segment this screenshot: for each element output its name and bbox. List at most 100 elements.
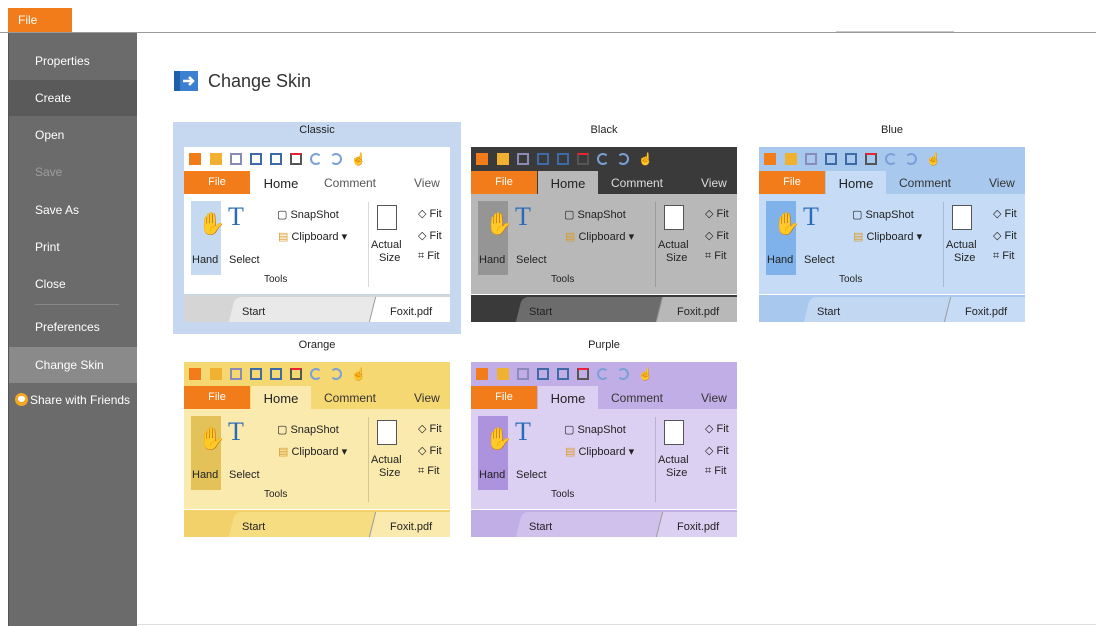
clipboard-icon: ▤ [565, 446, 576, 458]
actual-size-icon [952, 205, 972, 230]
clipboard-icon: ▤ [853, 231, 864, 243]
ribbon-tabs: File Home Comment View [184, 386, 450, 409]
sidebar-separator [35, 304, 119, 305]
skin-preview: ☝ File Home Comment View ✋ Hand T Select… [184, 362, 450, 537]
file-tab[interactable]: File [8, 8, 72, 32]
actual-label: Actual [658, 454, 689, 466]
snapshot-button: ▢ SnapShot [852, 208, 914, 221]
clipboard-button: ▤ Clipboard ▾ [565, 446, 635, 458]
save-icon [517, 368, 529, 380]
camera-icon: ▢ [564, 424, 575, 436]
print-icon [537, 368, 549, 380]
ribbon-group-separator [655, 202, 656, 287]
undo-icon [597, 368, 609, 380]
tab-view: View [701, 391, 727, 405]
skin-preview: ☝ File Home Comment View ✋ Hand T Select… [471, 362, 737, 537]
save-icon [805, 153, 817, 165]
app-logo-icon [189, 153, 201, 165]
hand-tool-small-icon: ☝ [351, 152, 366, 166]
sidebar-item-open[interactable]: Open [9, 117, 137, 153]
sidebar-item-save-as[interactable]: Save As [9, 192, 137, 228]
snapshot-label: SnapShot [290, 209, 339, 221]
snapshot-button: ▢ SnapShot [564, 423, 626, 436]
skin-option-purple[interactable]: Purple ☝ File Home Comment View ✋ Hand T… [460, 337, 748, 549]
skin-option-black[interactable]: Black ☝ File Home Comment View ✋ Hand T … [460, 122, 748, 334]
skin-option-classic[interactable]: Classic ☝ File Home Comment View ✋ Hand … [173, 122, 461, 334]
save-icon [230, 153, 242, 165]
undo-icon [310, 153, 322, 165]
tools-group-label: Tools [551, 274, 575, 285]
clipboard-button: ▤ Clipboard ▾ [565, 231, 635, 243]
properties-icon [557, 153, 569, 165]
sidebar-item-print[interactable]: Print [9, 229, 137, 265]
redo-icon [617, 368, 629, 380]
ribbon-tabs: File Home Comment View [184, 171, 450, 194]
heart-icon [15, 393, 28, 406]
fit-page-button: ◇ Fit [418, 208, 442, 220]
fit-visible-button: ⌗ Fit [418, 465, 440, 477]
tab-view: View [414, 176, 440, 190]
quick-access-toolbar: ☝ [184, 362, 450, 386]
actual-label: Actual [371, 239, 402, 251]
clipboard-icon: ▤ [565, 231, 576, 243]
size-label: Size [666, 252, 688, 264]
select-label: Select [229, 254, 260, 266]
fit-width-button: ◇ Fit [705, 445, 729, 457]
tab-home: Home [251, 386, 311, 409]
app-logo-icon [764, 153, 776, 165]
share-label: Share with Friends [30, 393, 131, 407]
hand-icon: ✋ [198, 426, 226, 451]
ribbon-panel: ✋ Hand T Select ▢ SnapShot ▤ Clipboard ▾… [184, 194, 450, 294]
clipboard-label: Clipboard [291, 446, 339, 458]
size-label: Size [954, 252, 976, 264]
snapshot-label: SnapShot [290, 424, 339, 436]
start-tab-label: Start [529, 306, 553, 318]
quick-access-toolbar: ☝ [471, 362, 737, 386]
bottom-divider [137, 624, 1096, 625]
snapshot-label: SnapShot [577, 424, 626, 436]
redo-icon [617, 153, 629, 165]
camera-icon: ▢ [564, 209, 575, 221]
tab-file: File [184, 386, 250, 409]
size-label: Size [666, 467, 688, 479]
sidebar-item-properties[interactable]: Properties [9, 43, 137, 79]
properties-icon [557, 368, 569, 380]
select-icon: T [515, 417, 531, 446]
app-logo-icon [476, 153, 488, 165]
ribbon-tabs: File Home Comment View [471, 386, 737, 409]
ribbon-panel: ✋ Hand T Select ▢ SnapShot ▤ Clipboard ▾… [759, 194, 1025, 294]
hand-icon: ✋ [485, 211, 513, 236]
ribbon-group-separator [655, 417, 656, 502]
fit-visible-button: ⌗ Fit [705, 250, 727, 262]
quick-access-toolbar: ☝ [471, 147, 737, 171]
app-logo-icon [189, 368, 201, 380]
skin-option-blue[interactable]: Blue ☝ File Home Comment View ✋ Hand T S… [748, 122, 1036, 334]
skin-option-orange[interactable]: Orange ☝ File Home Comment View ✋ Hand T… [173, 337, 461, 549]
size-label: Size [379, 467, 401, 479]
fit-width-button: ◇ Fit [418, 445, 442, 457]
new-doc-icon [865, 153, 877, 165]
tab-view: View [989, 176, 1015, 190]
sidebar-item-close[interactable]: Close [9, 266, 137, 302]
actual-label: Actual [946, 239, 977, 251]
clipboard-icon: ▤ [278, 231, 289, 243]
skin-preview: ☝ File Home Comment View ✋ Hand T Select… [184, 147, 450, 322]
select-label: Select [516, 469, 547, 481]
quick-access-toolbar: ☝ [184, 147, 450, 171]
actual-size-icon [377, 420, 397, 445]
tab-view: View [414, 391, 440, 405]
fit-width-button: ◇ Fit [993, 230, 1017, 242]
new-doc-icon [290, 368, 302, 380]
skin-name: Black [590, 124, 618, 136]
camera-icon: ▢ [277, 424, 288, 436]
hand-label: Hand [479, 254, 506, 266]
new-doc-icon [577, 368, 589, 380]
sidebar-item-create[interactable]: Create [9, 80, 137, 116]
hand-icon: ✋ [198, 211, 226, 236]
share-with-friends-button[interactable]: Share with Friends [9, 388, 137, 412]
sidebar-item-change-skin[interactable]: Change Skin [9, 347, 137, 383]
fit-page-button: ◇ Fit [705, 423, 729, 435]
fit-page-button: ◇ Fit [705, 208, 729, 220]
tab-comment: Comment [611, 391, 664, 405]
sidebar-item-preferences[interactable]: Preferences [9, 309, 137, 345]
